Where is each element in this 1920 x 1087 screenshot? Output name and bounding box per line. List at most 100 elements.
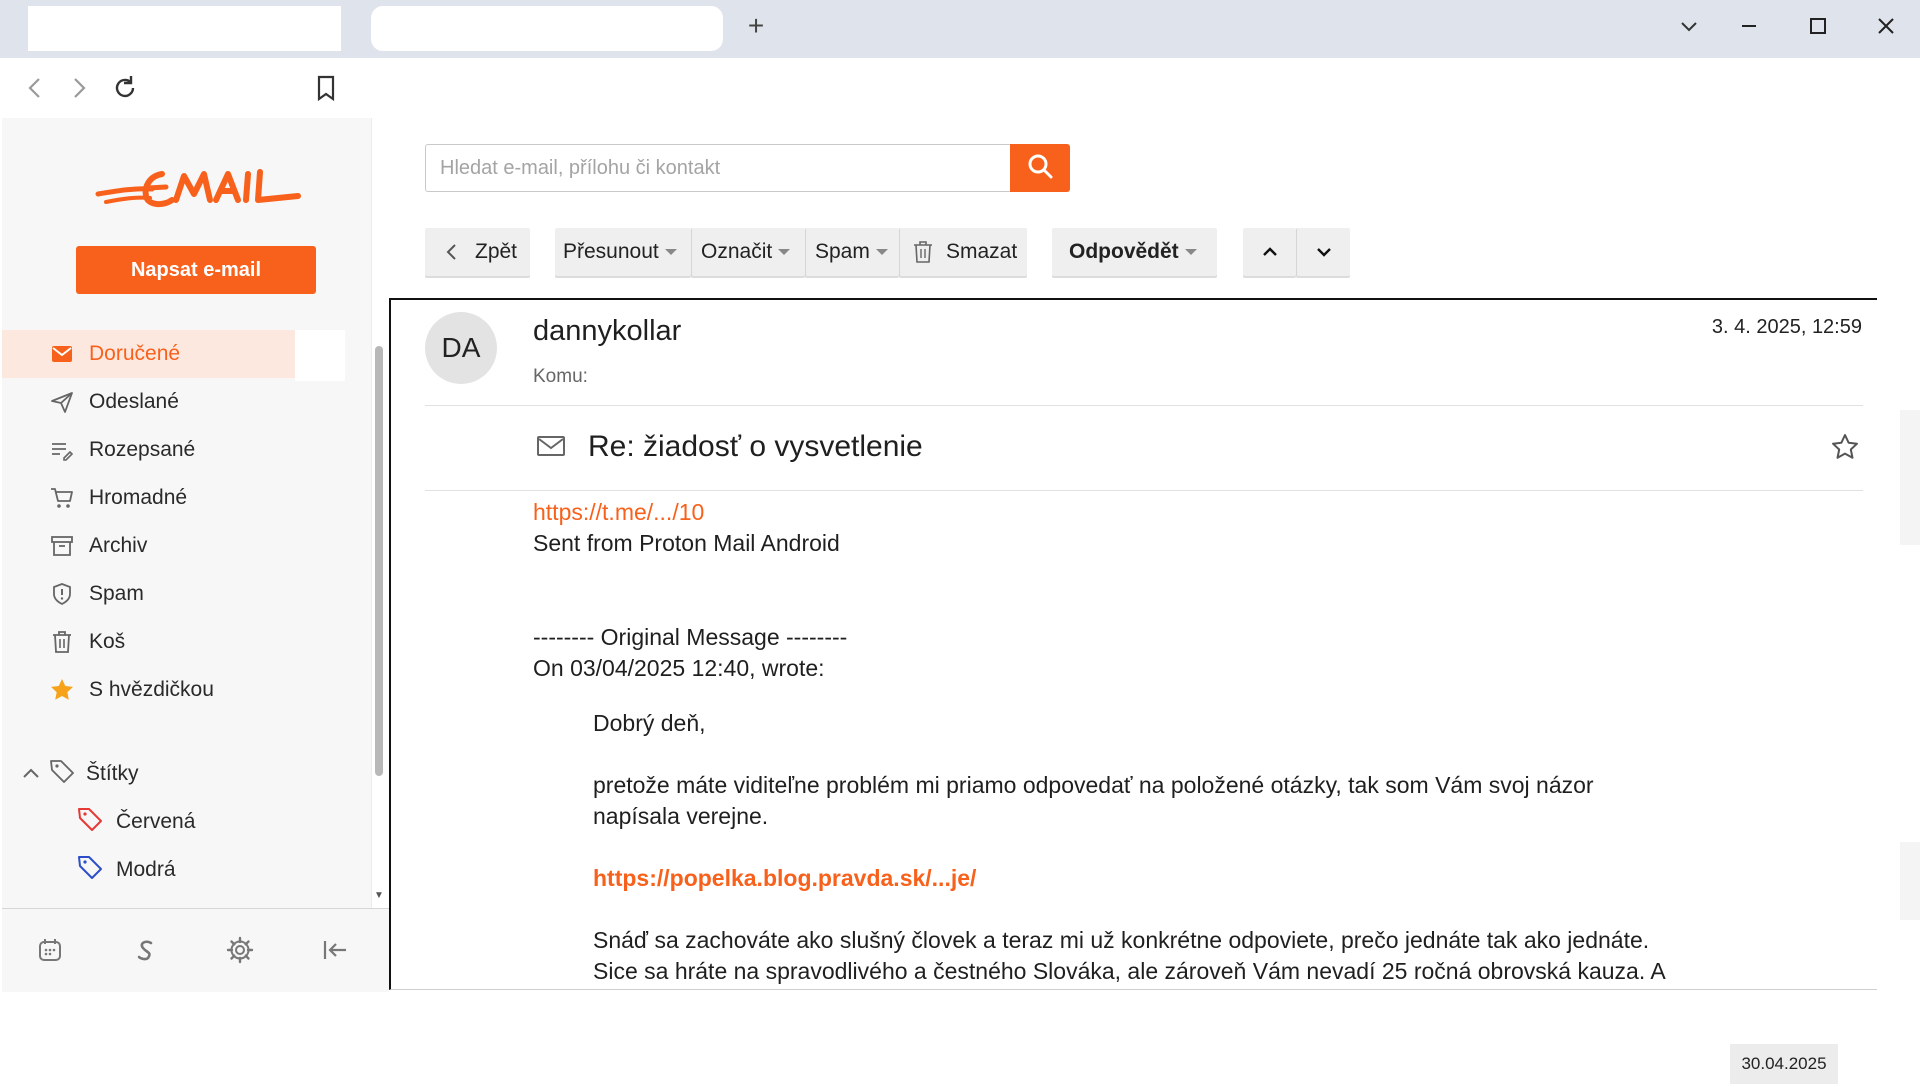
message-line: Sent from Proton Mail Android [533, 530, 840, 556]
reply-button[interactable]: Odpovědět [1052, 228, 1217, 276]
drafts-icon [48, 436, 76, 464]
caret-down-icon [664, 249, 677, 255]
scroll-down-arrow-icon[interactable]: ▼ [374, 890, 384, 901]
bookmark-icon[interactable] [311, 73, 341, 103]
labels-section-header[interactable]: Štítky [20, 757, 139, 791]
compose-button[interactable]: Napsat e-mail [76, 246, 316, 294]
sidebar-item-spam[interactable]: Spam [2, 570, 295, 618]
caret-down-icon [875, 249, 888, 255]
sidebar-item-bulk[interactable]: Hromadné [2, 474, 295, 522]
quote-link[interactable]: https://popelka.blog.pravda.sk/...je/ [593, 863, 976, 894]
label-item-blue[interactable]: Modrá [76, 853, 176, 887]
back-label: Zpět [475, 240, 518, 263]
cart-icon [48, 484, 76, 512]
delete-button[interactable]: Smazat [899, 228, 1027, 276]
reply-label: Odpovědět [1069, 240, 1179, 263]
star-icon [48, 676, 76, 704]
send-icon [48, 388, 76, 416]
message-line: On 03/04/2025 12:40, wrote: [533, 655, 825, 681]
search-icon [1026, 152, 1054, 185]
close-window-icon[interactable] [1874, 14, 1898, 38]
tag-blue-icon [76, 853, 104, 887]
tag-icon [48, 757, 76, 791]
sidebar-item-label: Archiv [89, 534, 148, 557]
chevron-down-icon [1314, 242, 1334, 262]
sender-name[interactable]: dannykollar [533, 315, 681, 348]
quote-line: Sice sa hráte na spravodlivého a čestnéh… [593, 958, 1666, 984]
shield-icon [48, 580, 76, 608]
chevron-up-icon [20, 763, 42, 785]
browser-tab-active[interactable] [371, 6, 723, 51]
browser-back-icon[interactable] [20, 73, 50, 103]
caret-down-icon [1184, 249, 1197, 255]
recipient-label: Komu: [533, 366, 588, 387]
inbox-icon [48, 340, 76, 368]
move-label: Přesunout [563, 240, 659, 263]
previous-message-button[interactable] [1243, 228, 1296, 276]
page-scroll-area [1900, 842, 1920, 920]
minimize-icon[interactable] [1737, 14, 1761, 38]
star-toggle-icon[interactable] [1830, 432, 1860, 462]
reload-icon[interactable] [110, 73, 140, 103]
quote-line: Dobrý deň, [593, 710, 706, 736]
page-scroll-area [1900, 410, 1920, 545]
delete-label: Smazat [946, 240, 1018, 263]
caret-down-icon [778, 249, 791, 255]
move-button[interactable]: Přesunout [555, 228, 691, 276]
sidebar-item-inbox[interactable]: Doručené [2, 330, 295, 378]
label-name: Červená [116, 810, 196, 833]
next-message-button[interactable] [1296, 228, 1350, 276]
gear-icon[interactable] [225, 935, 255, 965]
trash-icon [48, 628, 76, 656]
sidebar-item-sent[interactable]: Odeslané [2, 378, 295, 426]
email-logo[interactable] [92, 160, 302, 216]
label-name: Modrá [116, 858, 176, 881]
sidebar-item-trash[interactable]: Koš [2, 618, 295, 666]
sidebar-item-drafts[interactable]: Rozepsané [2, 426, 295, 474]
divider [425, 490, 1863, 491]
calendar-icon[interactable] [35, 935, 65, 965]
sidebar-item-label: Hromadné [89, 486, 188, 509]
search-input[interactable] [425, 144, 1011, 192]
envelope-icon [535, 430, 567, 462]
tag-red-icon [76, 805, 104, 839]
search-button[interactable] [1010, 144, 1070, 192]
sidebar-item-label: Doručené [89, 342, 181, 365]
trash-icon [912, 240, 934, 264]
chevron-up-icon [1260, 242, 1280, 262]
search-engine-s-icon[interactable] [131, 935, 161, 965]
mark-button[interactable]: Označit [691, 228, 805, 276]
avatar: DA [425, 312, 497, 384]
active-highlight-tail [295, 330, 345, 381]
quote-line: pretože máte viditeľne problém mi priamo… [593, 772, 1594, 798]
divider [425, 405, 1863, 406]
sidebar-item-label: Koš [89, 630, 126, 653]
chevron-left-icon [443, 242, 461, 262]
spam-label: Spam [815, 240, 870, 263]
back-button[interactable]: Zpět [425, 228, 530, 276]
maximize-icon[interactable] [1806, 14, 1830, 38]
sidebar-item-starred[interactable]: S hvězdičkou [2, 666, 295, 714]
sidebar-item-label: S hvězdičkou [89, 678, 214, 701]
tab-list-chevron-icon[interactable] [1677, 14, 1701, 38]
labels-title: Štítky [86, 762, 139, 785]
archive-icon [48, 532, 76, 560]
taskbar-date: 30.04.2025 [1730, 1044, 1838, 1084]
mark-label: Označit [701, 240, 773, 263]
sidebar-item-label: Odeslané [89, 390, 179, 413]
sidebar-item-label: Spam [89, 582, 144, 605]
message-subject: Re: žiadosť o vysvetlenie [588, 430, 923, 463]
browser-forward-icon[interactable] [64, 73, 94, 103]
spam-button[interactable]: Spam [805, 228, 899, 276]
message-date: 3. 4. 2025, 12:59 [1711, 316, 1862, 338]
sidebar-item-archive[interactable]: Archiv [2, 522, 295, 570]
collapse-sidebar-icon[interactable] [320, 935, 350, 965]
sidebar-item-label: Rozepsané [89, 438, 196, 461]
label-item-red[interactable]: Červená [76, 805, 195, 839]
sidebar-scrollbar[interactable] [375, 346, 383, 776]
quote-line: Snáď sa zachováte ako slušný človek a te… [593, 927, 1650, 953]
quote-line: napísala verejne. [593, 803, 769, 829]
message-link[interactable]: https://t.me/.../10 [533, 497, 704, 528]
new-tab-button[interactable]: + [742, 12, 770, 40]
browser-tab[interactable] [28, 6, 341, 51]
